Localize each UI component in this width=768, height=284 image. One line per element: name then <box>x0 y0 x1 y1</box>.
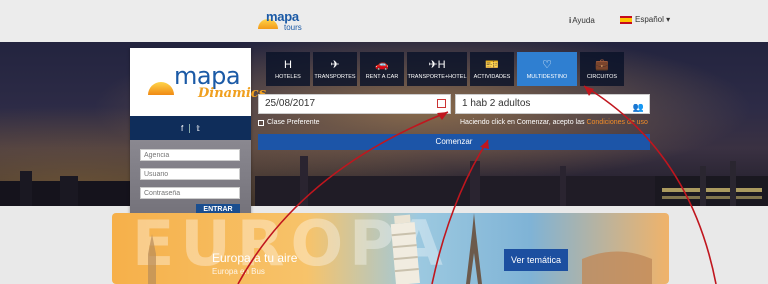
preferred-class-option[interactable]: Clase Preferente <box>258 119 320 126</box>
tab-label: ACTIVIDADES <box>473 73 511 80</box>
tab-circuitos[interactable]: 💼 CIRCUITOS <box>580 52 624 86</box>
tab-label: TRANSPORTES <box>314 73 356 80</box>
date-value: 25/08/2017 <box>265 98 316 109</box>
language-selector[interactable]: Español ▾ <box>620 15 670 24</box>
colosseum-image <box>582 251 652 284</box>
info-icon: i <box>569 16 572 25</box>
briefcase-icon: 💼 <box>595 58 609 71</box>
logo-dinamics-text: Dinamics <box>198 86 267 101</box>
tab-label: HOTELES <box>275 73 301 80</box>
banner-headline: Europa a tu aire <box>212 251 298 265</box>
terms-text: Haciendo click en Comenzar, acepto las <box>460 119 585 126</box>
user-input[interactable] <box>140 168 240 180</box>
sun-logo-icon <box>148 82 174 95</box>
calendar-icon[interactable] <box>437 99 446 108</box>
top-bar: mapa tours iAyuda Español ▾ <box>0 0 768 42</box>
tab-label: MULTIDESTINO <box>526 73 568 80</box>
eiffel-tower-image <box>466 213 482 284</box>
preferred-class-checkbox[interactable] <box>258 119 264 126</box>
product-tabs: H HOTELES ✈ TRANSPORTES 🚗 RENT A CAR ✈H … <box>266 52 627 86</box>
ticket-icon: 🎫 <box>485 58 499 71</box>
people-icon: 👥 <box>632 102 644 112</box>
tab-rent-a-car[interactable]: 🚗 RENT A CAR <box>360 52 404 86</box>
date-input[interactable]: 25/08/2017 <box>258 94 451 114</box>
pisa-tower-image <box>390 214 420 284</box>
social-divider <box>189 123 191 133</box>
promo-banner[interactable]: EUROPA Europa a tu aire Europa en Bus Ve… <box>112 213 669 284</box>
help-label: Ayuda <box>572 16 595 25</box>
agency-input[interactable] <box>140 149 240 161</box>
tab-transporte-hotel[interactable]: ✈H TRANSPORTE+HOTEL <box>407 52 467 86</box>
tab-transportes[interactable]: ✈ TRANSPORTES <box>313 52 357 86</box>
spire-image <box>148 234 156 284</box>
plane-icon: ✈ <box>330 58 340 71</box>
tab-label: RENT A CAR <box>365 73 399 80</box>
tab-label: CIRCUITOS <box>586 73 618 80</box>
spain-flag-icon <box>620 15 632 24</box>
preferred-class-label: Clase Preferente <box>267 119 320 126</box>
hero-section: mapa Dinamics f 𝕥 ENTRAR H HOTELES ✈ TRA… <box>0 42 768 237</box>
plane-hotel-icon: ✈H <box>428 58 446 71</box>
start-search-button[interactable]: Comenzar <box>258 134 650 150</box>
tab-label: TRANSPORTE+HOTEL <box>407 73 467 80</box>
terms-link[interactable]: Condiciones de uso <box>586 119 648 126</box>
tours-logo-sub: tours <box>284 23 302 32</box>
twitter-icon[interactable]: 𝕥 <box>196 124 200 133</box>
tab-actividades[interactable]: 🎫 ACTIVIDADES <box>470 52 514 86</box>
rooms-value: 1 hab 2 adultos <box>462 98 531 109</box>
rooms-input[interactable]: 1 hab 2 adultos 👥 <box>455 94 650 114</box>
banner-subline: Europa en Bus <box>212 267 265 276</box>
tab-hoteles[interactable]: H HOTELES <box>266 52 310 86</box>
login-panel: mapa Dinamics f 𝕥 ENTRAR <box>130 48 266 237</box>
facebook-icon[interactable]: f <box>181 124 183 133</box>
multidestination-icon: ♡ <box>542 58 552 71</box>
terms-notice: Haciendo click en Comenzar, acepto las C… <box>460 119 648 126</box>
social-links: f 𝕥 <box>130 116 251 140</box>
hotel-icon: H <box>284 58 292 71</box>
tab-multidestino[interactable]: ♡ MULTIDESTINO <box>517 52 577 86</box>
mapa-dinamics-logo: mapa Dinamics <box>130 48 266 116</box>
help-link[interactable]: iAyuda <box>569 16 595 25</box>
language-label: Español ▾ <box>635 15 671 24</box>
tours-logo-brand: mapa <box>266 9 299 24</box>
view-theme-button[interactable]: Ver temática <box>504 249 568 271</box>
car-icon: 🚗 <box>375 58 389 71</box>
password-input[interactable] <box>140 187 240 199</box>
